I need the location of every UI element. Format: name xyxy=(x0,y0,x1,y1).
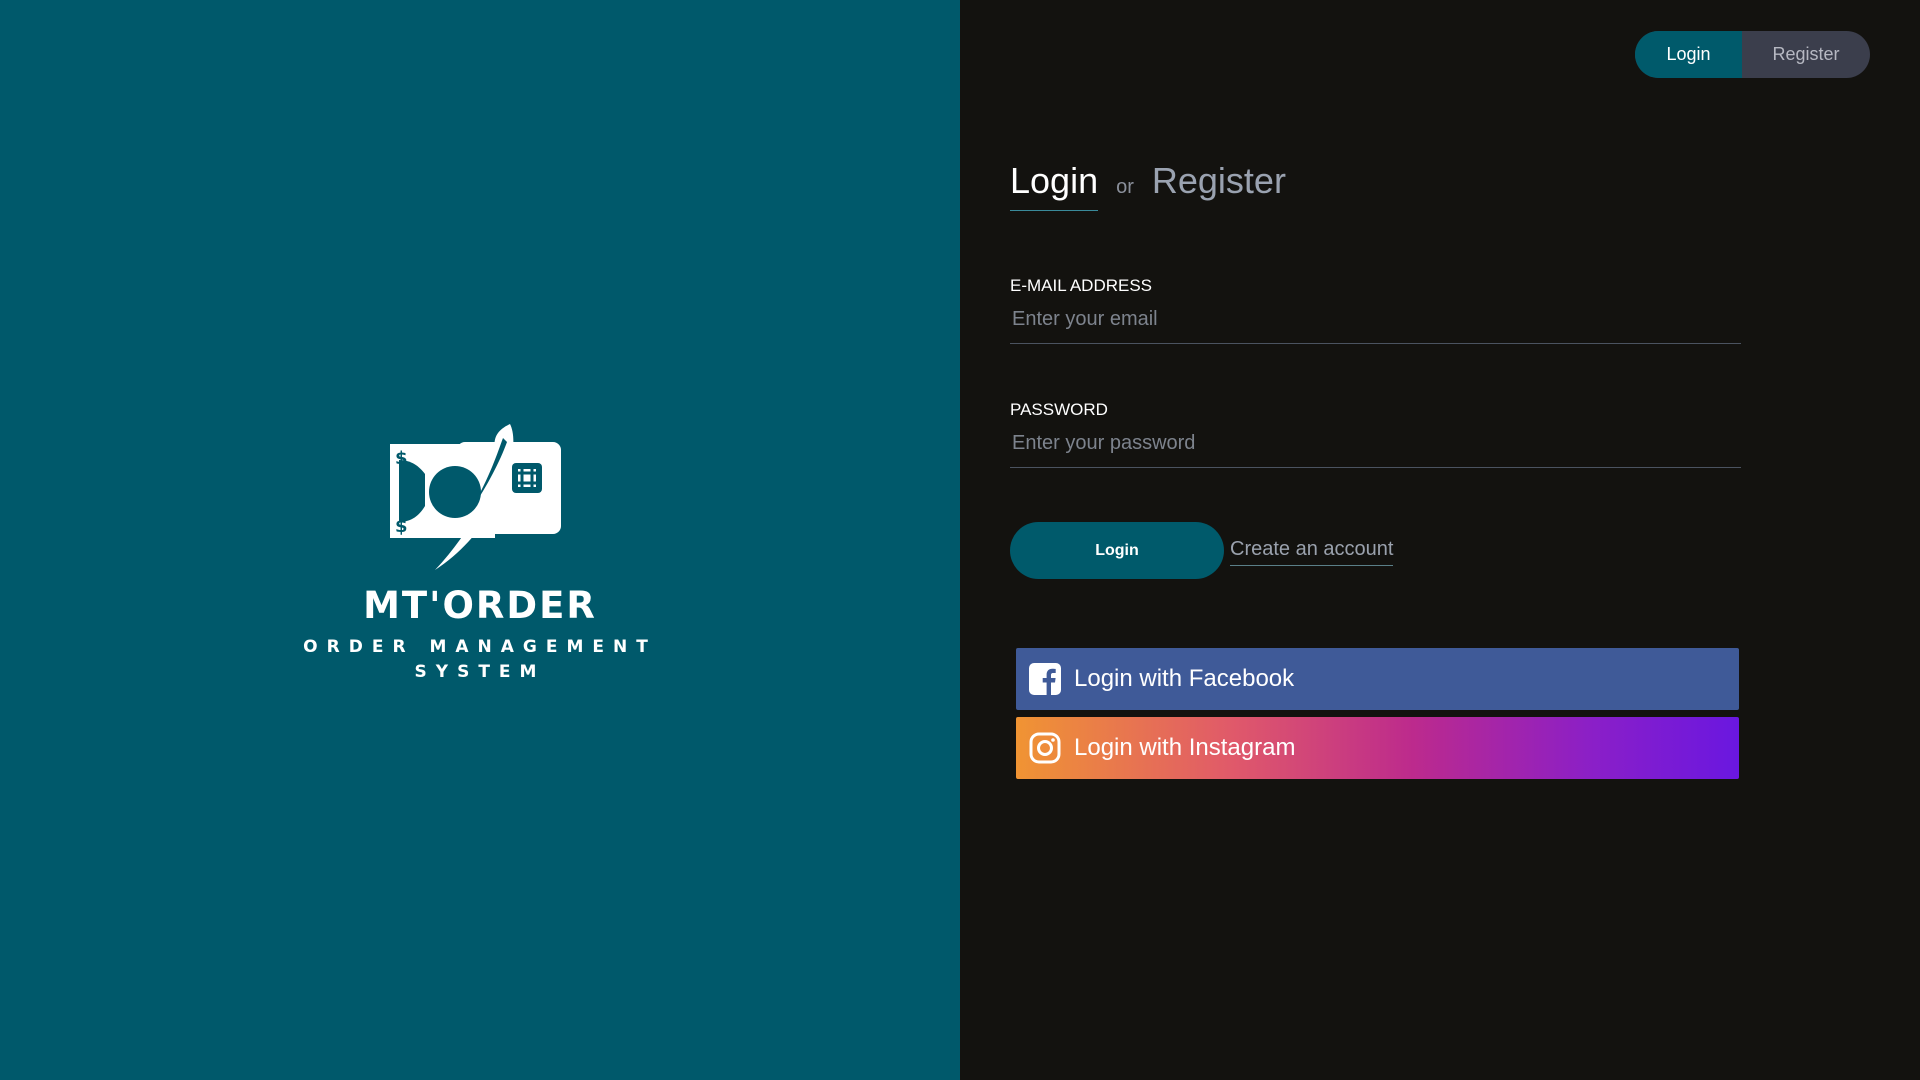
email-field-group: E-MAIL ADDRESS xyxy=(1010,276,1741,344)
login-button[interactable]: Login xyxy=(1010,522,1224,579)
instagram-login-button[interactable]: Login with Instagram xyxy=(1016,717,1739,779)
heading-login-tab[interactable]: Login xyxy=(1010,160,1099,211)
facebook-icon xyxy=(1028,662,1062,696)
svg-text:$: $ xyxy=(395,516,408,537)
password-label: PASSWORD xyxy=(1010,400,1108,419)
money-card-logo-icon: $ $ xyxy=(390,424,561,570)
email-label: E-MAIL ADDRESS xyxy=(1010,276,1153,295)
instagram-icon xyxy=(1028,731,1062,765)
password-field-group: PASSWORD xyxy=(1010,400,1741,468)
facebook-login-button[interactable]: Login with Facebook xyxy=(1016,648,1739,710)
create-account-link[interactable]: Create an account xyxy=(1230,538,1394,566)
switch-login-tab[interactable]: Login xyxy=(1635,31,1742,78)
brand-logo: $ $ MT'ORDER ORDER MANAGEMENT SYSTEM xyxy=(300,420,660,685)
brand-tagline-line2: SYSTEM xyxy=(414,662,546,682)
brand-tagline: ORDER MANAGEMENT SYSTEM xyxy=(300,635,660,685)
switch-register-tab[interactable]: Register xyxy=(1742,31,1870,78)
password-input[interactable] xyxy=(1010,432,1741,468)
brand-tagline-line1: ORDER MANAGEMENT xyxy=(303,637,657,657)
heading-register-tab[interactable]: Register xyxy=(1152,160,1286,210)
facebook-login-label: Login with Facebook xyxy=(1074,665,1295,692)
svg-text:$: $ xyxy=(395,448,408,469)
auth-mode-switch: Login Register xyxy=(1635,31,1870,78)
auth-heading: Login or Register xyxy=(1010,160,1286,211)
heading-or-text: or xyxy=(1116,176,1134,198)
instagram-login-label: Login with Instagram xyxy=(1074,734,1296,761)
brand-name: MT'ORDER xyxy=(363,584,597,627)
email-input[interactable] xyxy=(1010,308,1741,344)
brand-panel: $ $ MT'ORDER ORDER MANAGEMENT SYSTEM xyxy=(0,0,960,1080)
